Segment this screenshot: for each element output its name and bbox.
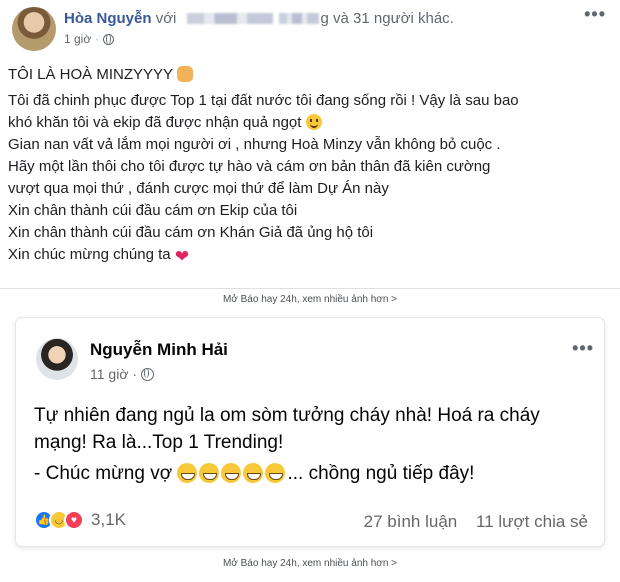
author-name[interactable]: Nguyễn Minh Hải xyxy=(90,340,228,360)
post-meta: 11 giờ · xyxy=(90,366,155,382)
post-line: Gian nan vất vả lắm mọi người ơi , nhưng… xyxy=(8,136,501,153)
more-images-link[interactable]: Mở Báo hay 24h, xem nhiều ảnh hơn > xyxy=(0,294,620,305)
post-line: Xin chân thành cúi đầu cám ơn Ekip của t… xyxy=(8,202,298,219)
meta-dot: · xyxy=(95,32,100,46)
post-line: khó khăn tôi và ekip đã được nhận quả ng… xyxy=(8,112,612,134)
author-name[interactable]: Hòa Nguyễn xyxy=(64,10,152,27)
smile-icon xyxy=(305,114,322,130)
grin-icon xyxy=(243,463,264,483)
meta-dot: · xyxy=(132,366,138,382)
post-line: TÔI LÀ HOÀ MINZYYYY xyxy=(8,64,612,86)
reaction-count: 3,1K xyxy=(91,510,126,529)
divider xyxy=(0,288,620,289)
love-reaction-icon: ♥ xyxy=(64,510,84,530)
post-hoa-nguyen: Hòa Nguyễn với g và 31 người khác. 1 giờ… xyxy=(0,0,620,296)
post-time[interactable]: 1 giờ xyxy=(64,32,91,46)
globe-icon xyxy=(103,33,115,45)
avatar[interactable] xyxy=(36,338,78,380)
post-line: Tự nhiên đang ngủ la om sòm tưởng cháy n… xyxy=(34,405,540,426)
blurred-tagged-names-2 xyxy=(278,13,319,24)
more-options-icon[interactable]: ••• xyxy=(584,4,606,25)
avatar[interactable] xyxy=(12,7,56,51)
post-line: Xin chúc mừng chúng ta ❤ xyxy=(8,246,190,266)
heart-icon: ❤ xyxy=(174,247,190,266)
post-time[interactable]: 11 giờ xyxy=(90,366,129,382)
post-text: Tự nhiên đang ngủ la om sòm tưởng cháy n… xyxy=(34,402,594,487)
post-meta: 1 giờ · xyxy=(64,32,115,46)
post-nguyen-minh-hai: Nguyễn Minh Hải 11 giờ · ••• Tự nhiên đa… xyxy=(16,318,604,546)
post-line: Tôi đã chinh phục được Top 1 tại đất nướ… xyxy=(8,92,519,109)
blurred-tagged-names xyxy=(186,13,273,24)
grin-icon xyxy=(199,463,220,483)
post-line: Hãy một lần thôi cho tôi được tự hào và … xyxy=(8,158,491,175)
comments-link[interactable]: 27 bình luận xyxy=(364,512,458,531)
reaction-summary[interactable]: 👍 ◡ ♥ 3,1K xyxy=(34,510,126,530)
more-images-link[interactable]: Mở Báo hay 24h, xem nhiều ảnh hơn > xyxy=(0,558,620,569)
post-line: Xin chân thành cúi đầu cám ơn Khán Giả đ… xyxy=(8,224,374,241)
shares-link[interactable]: 11 lượt chia sẻ xyxy=(476,512,588,531)
grin-icon xyxy=(265,463,286,483)
grin-icon xyxy=(221,463,242,483)
post-line: mạng! Ra là...Top 1 Trending! xyxy=(34,432,284,453)
post-line: vượt qua mọi thứ , đánh cược mọi thứ để … xyxy=(8,180,389,197)
with-label: với xyxy=(155,10,177,27)
blur-suffix: g xyxy=(320,10,329,27)
post-text: TÔI LÀ HOÀ MINZYYYY Tôi đã chinh phục đư… xyxy=(8,64,612,268)
tagged-others-link[interactable]: và 31 người khác. xyxy=(333,10,454,27)
more-options-icon[interactable]: ••• xyxy=(572,338,594,359)
post-line: - Chúc mừng vợ ... chồng ngủ tiếp đây! xyxy=(34,463,475,484)
globe-icon xyxy=(141,367,155,381)
engagement-counts: 27 bình luận 11 lượt chia sẻ xyxy=(364,512,588,532)
fist-bump-icon xyxy=(176,66,193,82)
post-header: Hòa Nguyễn với g và 31 người khác. xyxy=(64,10,454,27)
grin-icon xyxy=(177,463,198,483)
